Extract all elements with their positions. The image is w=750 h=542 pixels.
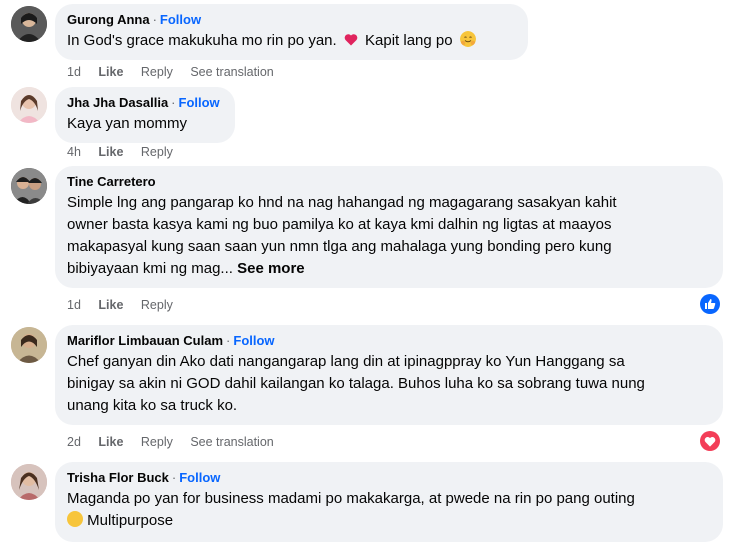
follow-button[interactable]: Follow bbox=[179, 470, 220, 485]
like-reaction-icon[interactable] bbox=[700, 294, 720, 314]
avatar[interactable] bbox=[11, 6, 47, 42]
comment-text: Maganda po yan for business madami po ma… bbox=[67, 490, 635, 529]
see-translation-button[interactable]: See translation bbox=[190, 65, 273, 79]
follow-button[interactable]: Follow bbox=[179, 95, 220, 110]
comment-actions: 1d Like Reply bbox=[67, 298, 187, 312]
avatar[interactable] bbox=[11, 168, 47, 204]
avatar[interactable] bbox=[11, 87, 47, 123]
author-name[interactable]: Mariflor Limbauan Culam bbox=[67, 333, 223, 348]
separator-dot: · bbox=[171, 470, 177, 485]
separator-dot: · bbox=[152, 12, 157, 27]
smiling-face-emoji bbox=[67, 511, 83, 527]
hugging-face-emoji bbox=[459, 31, 476, 47]
comment-bubble: Tine Carretero Simple lng ang pangarap k… bbox=[55, 166, 723, 288]
comment-text: Kaya yan mommy bbox=[67, 115, 188, 132]
like-button[interactable]: Like bbox=[98, 145, 123, 159]
author-name[interactable]: Jha Jha Dasallia bbox=[67, 95, 168, 110]
comment-actions: 2d Like Reply See translation bbox=[67, 435, 288, 449]
love-reaction-icon[interactable] bbox=[700, 431, 720, 451]
timestamp[interactable]: 4h bbox=[67, 145, 81, 159]
avatar[interactable] bbox=[11, 327, 47, 363]
like-button[interactable]: Like bbox=[98, 435, 123, 449]
author-name[interactable]: Tine Carretero bbox=[67, 174, 156, 189]
follow-button[interactable]: Follow bbox=[160, 12, 201, 27]
timestamp[interactable]: 1d bbox=[67, 65, 81, 79]
comment-bubble: Jha Jha Dasallia · Follow Kaya yan mommy bbox=[55, 87, 235, 143]
reply-button[interactable]: Reply bbox=[141, 435, 173, 449]
comment-text: Chef ganyan din Ako dati nangangarap lan… bbox=[67, 353, 645, 414]
separator-dot: · bbox=[171, 95, 176, 110]
comment-text: In God's grace makukuha mo rin po yan. K… bbox=[67, 30, 516, 52]
see-translation-button[interactable]: See translation bbox=[190, 435, 273, 449]
comment-actions: 1d Like Reply See translation bbox=[67, 65, 288, 79]
comment-actions: 4h Like Reply bbox=[67, 145, 187, 159]
heart-emoji bbox=[344, 34, 358, 46]
like-button[interactable]: Like bbox=[98, 65, 123, 79]
reply-button[interactable]: Reply bbox=[141, 65, 173, 79]
comment-bubble: Trisha Flor Buck · Follow Maganda po yan f… bbox=[55, 462, 723, 542]
author-name[interactable]: Gurong Anna bbox=[67, 12, 150, 27]
comment-bubble: Gurong Anna · Follow In God's grace makuku… bbox=[55, 4, 528, 60]
see-more-link[interactable]: See more bbox=[237, 260, 305, 277]
follow-button[interactable]: Follow bbox=[233, 333, 274, 348]
timestamp[interactable]: 2d bbox=[67, 435, 81, 449]
like-button[interactable]: Like bbox=[98, 298, 123, 312]
timestamp[interactable]: 1d bbox=[67, 298, 81, 312]
reply-button[interactable]: Reply bbox=[141, 145, 173, 159]
comment-text: Simple lng ang pangarap ko hnd na nag ha… bbox=[67, 194, 617, 277]
separator-dot: · bbox=[226, 333, 231, 348]
reply-button[interactable]: Reply bbox=[141, 298, 173, 312]
avatar[interactable] bbox=[11, 464, 47, 500]
author-name[interactable]: Trisha Flor Buck bbox=[67, 470, 169, 485]
comment-bubble: Mariflor Limbauan Culam · Follow Chef gany… bbox=[55, 325, 723, 425]
